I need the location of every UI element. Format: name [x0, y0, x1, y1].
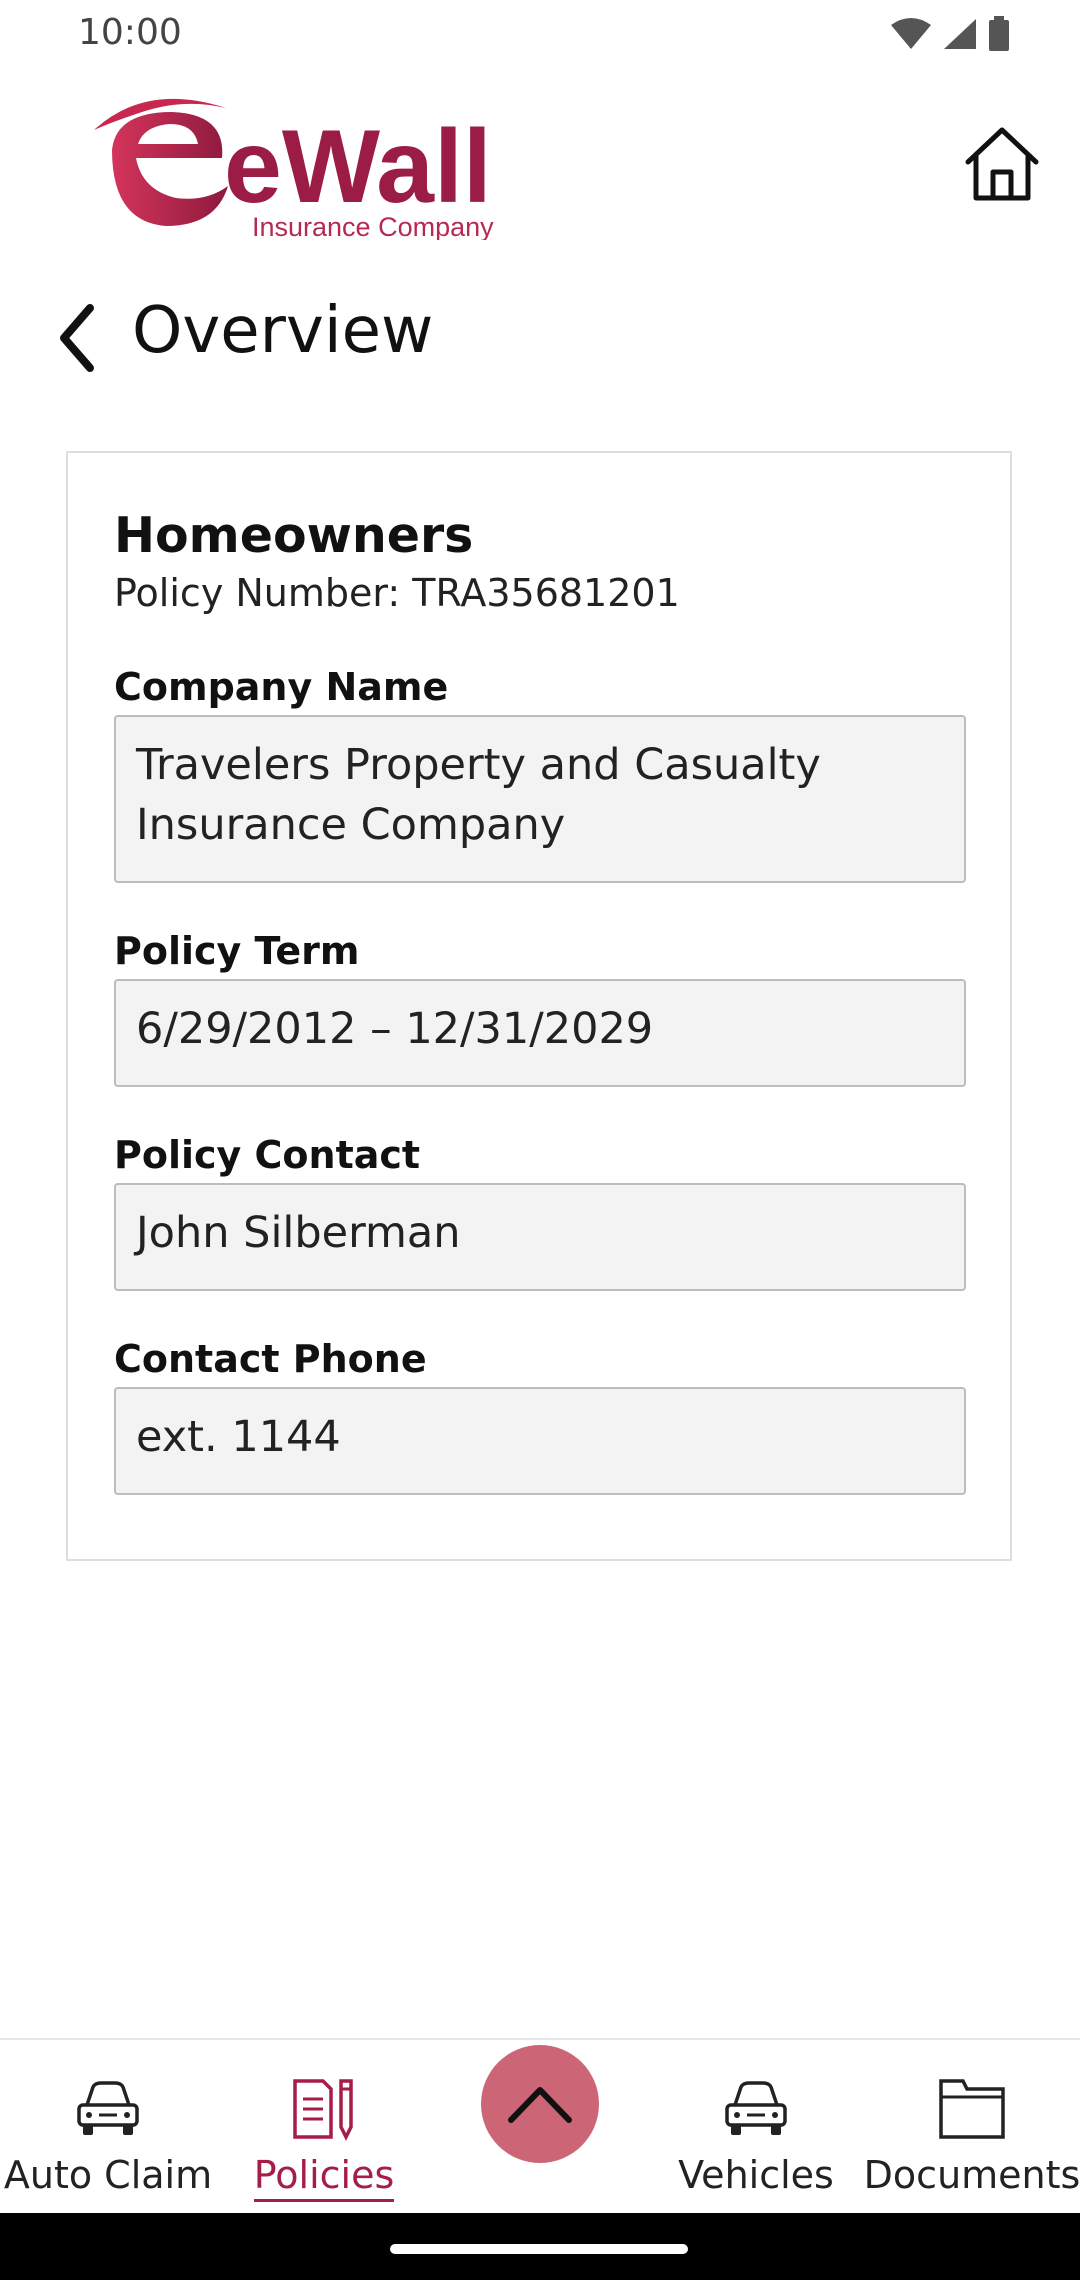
home-icon[interactable]: [962, 124, 1042, 204]
gesture-handle[interactable]: [390, 2244, 688, 2254]
car-icon: [725, 2081, 787, 2135]
policy-card: Homeowners Policy Number: TRA35681201 Co…: [66, 451, 1012, 1561]
policy-contact-label: Policy Contact: [114, 1133, 421, 1177]
status-bar: 10:00: [0, 0, 1080, 70]
title-row: Overview: [0, 280, 1080, 390]
status-icons: [890, 16, 1010, 52]
page-title: Overview: [132, 294, 434, 368]
system-nav-bar: [0, 2213, 1080, 2280]
nav-label-documents: Documents: [863, 2153, 1080, 2197]
company-name-label: Company Name: [114, 665, 449, 709]
policy-number-label: Policy Number:: [114, 571, 401, 615]
policies-icon: [293, 2079, 353, 2141]
nav-item-documents[interactable]: Documents: [864, 2040, 1080, 2215]
chevron-up-icon: [508, 2087, 572, 2123]
folder-icon: [939, 2079, 1005, 2139]
nav-item-vehicles[interactable]: Vehicles: [648, 2040, 864, 2215]
logo-wordmark: eWall: [224, 109, 492, 225]
status-time: 10:00: [78, 12, 182, 53]
nav-item-auto-claim[interactable]: Auto Claim: [0, 2040, 216, 2215]
wifi-icon: [891, 18, 931, 49]
policy-number-row: Policy Number: TRA35681201: [114, 571, 680, 615]
car-icon: [77, 2081, 139, 2135]
nav-label-auto-claim: Auto Claim: [3, 2153, 213, 2197]
policy-term-label: Policy Term: [114, 929, 360, 973]
ewall-logo: eWall Insurance Company: [94, 98, 494, 240]
company-name-field[interactable]: Travelers Property and Casualty Insuranc…: [114, 715, 966, 883]
nav-label-policies: Policies: [253, 2153, 395, 2202]
policy-term-field[interactable]: 6/29/2012 – 12/31/2029: [114, 979, 966, 1087]
battery-icon: [989, 16, 1009, 51]
signal-icon: [944, 19, 976, 49]
policy-contact-field[interactable]: John Silberman: [114, 1183, 966, 1291]
policy-number: TRA35681201: [412, 571, 680, 615]
nav-item-policies[interactable]: Policies: [216, 2040, 432, 2215]
expand-menu-button[interactable]: [481, 2045, 599, 2163]
logo-subtitle: Insurance Company: [252, 212, 494, 240]
contact-phone-label: Contact Phone: [114, 1337, 427, 1381]
chevron-left-icon[interactable]: [50, 298, 110, 378]
app-header: eWall Insurance Company: [0, 80, 1080, 250]
policy-type: Homeowners: [114, 507, 474, 564]
nav-label-vehicles: Vehicles: [678, 2153, 834, 2197]
contact-phone-field[interactable]: ext. 1144: [114, 1387, 966, 1495]
